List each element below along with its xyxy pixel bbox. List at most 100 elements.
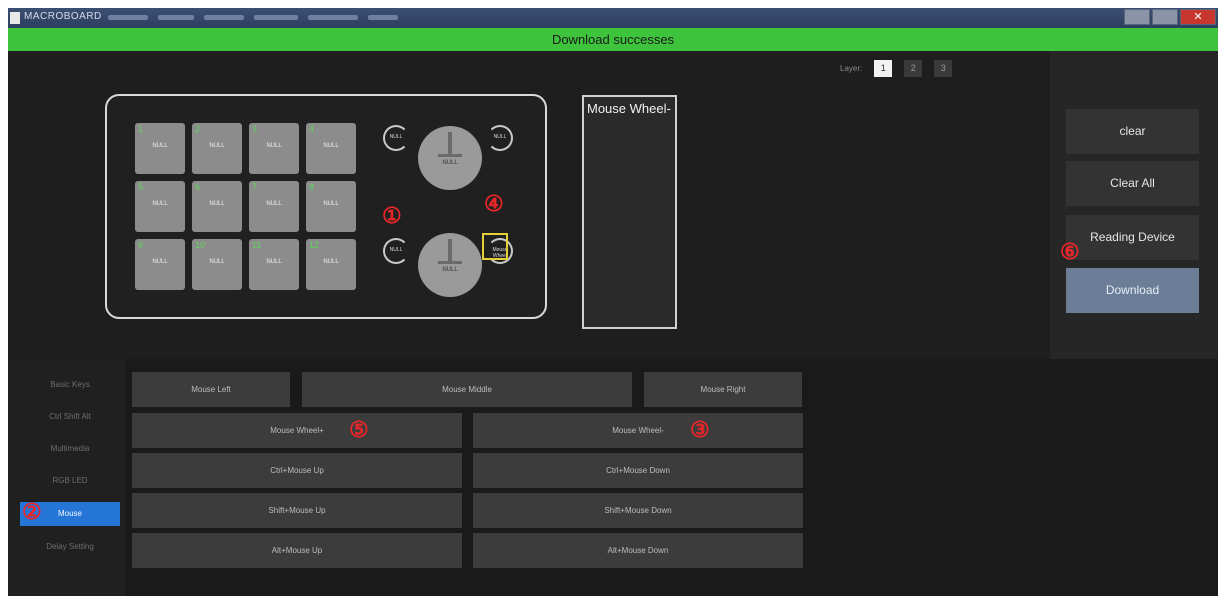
key-9[interactable]: 9 NULL — [135, 239, 185, 290]
key-number: 3 — [252, 124, 258, 134]
layer-selector: Layer: 1 2 3 — [840, 60, 953, 77]
callout-2: ② — [22, 499, 42, 524]
key-label: NULL — [323, 143, 339, 149]
key-number: 2 — [195, 124, 201, 134]
clear-all-button[interactable]: Clear All — [1066, 161, 1199, 206]
close-button[interactable]: ✕ — [1180, 9, 1216, 25]
callout-5: ⑤ — [349, 417, 369, 442]
knob-2[interactable]: NULL — [418, 233, 482, 297]
key-label: NULL — [209, 201, 225, 207]
menu-blur — [308, 15, 358, 20]
key-number: 7 — [252, 182, 258, 192]
nav-item-delay-setting[interactable]: Delay Setting — [20, 535, 120, 559]
ctrl-mouse-up-button[interactable]: Ctrl+Mouse Up — [132, 453, 462, 488]
mouse-wheel-plus-button[interactable]: Mouse Wheel+ — [132, 413, 462, 448]
mouse-right-button[interactable]: Mouse Right — [644, 372, 802, 407]
key-7[interactable]: 7 NULL — [249, 181, 299, 232]
nav-item-multimedia[interactable]: Multimedia — [20, 437, 120, 461]
menu-blur — [204, 15, 244, 20]
callout-6: ⑥ — [1060, 239, 1080, 264]
key-number: 11 — [252, 240, 262, 250]
knob-1[interactable]: NULL — [418, 126, 482, 190]
window-title: MACROBOARD — [24, 11, 102, 22]
key-6[interactable]: 6 NULL — [192, 181, 242, 232]
layer-button-1[interactable]: 1 — [874, 60, 893, 77]
nav-item-ctrl-shift-alt[interactable]: Ctrl Shift Alt — [20, 405, 120, 429]
knob-stem — [448, 239, 452, 261]
callout-3: ③ — [690, 417, 710, 442]
ctrl-mouse-down-button[interactable]: Ctrl+Mouse Down — [473, 453, 803, 488]
layer-button-2[interactable]: 2 — [904, 60, 923, 77]
mouse-function-grid: Mouse Left Mouse Middle Mouse Right Mous… — [126, 359, 1218, 596]
key-label: NULL — [152, 143, 168, 149]
key-number: 1 — [138, 124, 144, 134]
layer-label: Layer: — [840, 64, 863, 73]
key-11[interactable]: 11 NULL — [249, 239, 299, 290]
device-panel: 1 NULL 2 NULL 3 NULL 4 NULL 5 NULL 6 NULL 7 NUL… — [105, 94, 547, 319]
key-label: NULL — [266, 259, 282, 265]
key-label: NULL — [266, 201, 282, 207]
knob2-rotate-left-label: NULL — [389, 247, 403, 253]
key-4[interactable]: 4 NULL — [306, 123, 356, 174]
app-window: MACROBOARD ✕ Download successes Layer: 1… — [8, 8, 1218, 596]
maximize-button[interactable] — [1152, 9, 1178, 25]
menu-blur — [368, 15, 398, 20]
key-number: 5 — [138, 182, 144, 192]
key-label: NULL — [209, 259, 225, 265]
key-2[interactable]: 2 NULL — [192, 123, 242, 174]
knob-base — [438, 261, 462, 264]
shift-mouse-up-button[interactable]: Shift+Mouse Up — [132, 493, 462, 528]
knob-label: NULL — [442, 160, 458, 166]
key-1[interactable]: 1 NULL — [135, 123, 185, 174]
shift-mouse-down-button[interactable]: Shift+Mouse Down — [473, 493, 803, 528]
alt-mouse-up-button[interactable]: Alt+Mouse Up — [132, 533, 462, 568]
key-number: 12 — [309, 240, 320, 250]
knob-label: NULL — [442, 267, 458, 273]
knob-base — [438, 154, 462, 157]
minimize-button[interactable] — [1124, 9, 1150, 25]
menu-blur — [254, 15, 298, 20]
key-number: 10 — [195, 240, 206, 250]
download-button[interactable]: Download — [1066, 268, 1199, 313]
key-label: NULL — [323, 259, 339, 265]
layer-button-3[interactable]: 3 — [934, 60, 953, 77]
callout-4: ④ — [484, 191, 504, 216]
key-number: 6 — [195, 182, 201, 192]
key-label: NULL — [209, 143, 225, 149]
key-5[interactable]: 5 NULL — [135, 181, 185, 232]
selected-highlight — [482, 233, 508, 260]
key-8[interactable]: 8 NULL — [306, 181, 356, 232]
menu-blur — [158, 15, 194, 20]
title-bar: MACROBOARD ✕ — [8, 8, 1218, 28]
key-3[interactable]: 3 NULL — [249, 123, 299, 174]
status-bar: Download successes — [8, 28, 1218, 51]
action-panel: clear Clear All Reading Device Download … — [1050, 51, 1218, 359]
key-preview-panel: Mouse Wheel- — [582, 95, 677, 329]
callout-1: ① — [382, 203, 402, 228]
key-number: 4 — [309, 124, 315, 134]
mouse-middle-button[interactable]: Mouse Middle — [302, 372, 632, 407]
key-label: NULL — [266, 143, 282, 149]
knob-stem — [448, 132, 452, 154]
menu-blur — [108, 15, 148, 20]
key-number: 9 — [138, 240, 144, 250]
preview-text: Mouse Wheel- — [587, 101, 671, 116]
reading-device-button[interactable]: Reading Device — [1066, 215, 1199, 260]
key-12[interactable]: 12 NULL — [306, 239, 356, 290]
key-label: NULL — [152, 201, 168, 207]
key-number: 8 — [309, 182, 315, 192]
key-label: NULL — [152, 259, 168, 265]
knob1-rotate-right-label: NULL — [493, 134, 507, 140]
category-nav: Basic Keys Ctrl Shift Alt Multimedia RGB… — [8, 359, 126, 596]
app-icon — [10, 12, 20, 24]
clear-button[interactable]: clear — [1066, 109, 1199, 154]
knob1-rotate-left-label: NULL — [389, 134, 403, 140]
alt-mouse-down-button[interactable]: Alt+Mouse Down — [473, 533, 803, 568]
key-10[interactable]: 10 NULL — [192, 239, 242, 290]
nav-item-rgb-led[interactable]: RGB LED — [20, 469, 120, 493]
nav-item-basic-keys[interactable]: Basic Keys — [20, 373, 120, 397]
mouse-wheel-minus-button[interactable]: Mouse Wheel- — [473, 413, 803, 448]
key-label: NULL — [323, 201, 339, 207]
window-controls: ✕ — [1124, 9, 1216, 25]
mouse-left-button[interactable]: Mouse Left — [132, 372, 290, 407]
